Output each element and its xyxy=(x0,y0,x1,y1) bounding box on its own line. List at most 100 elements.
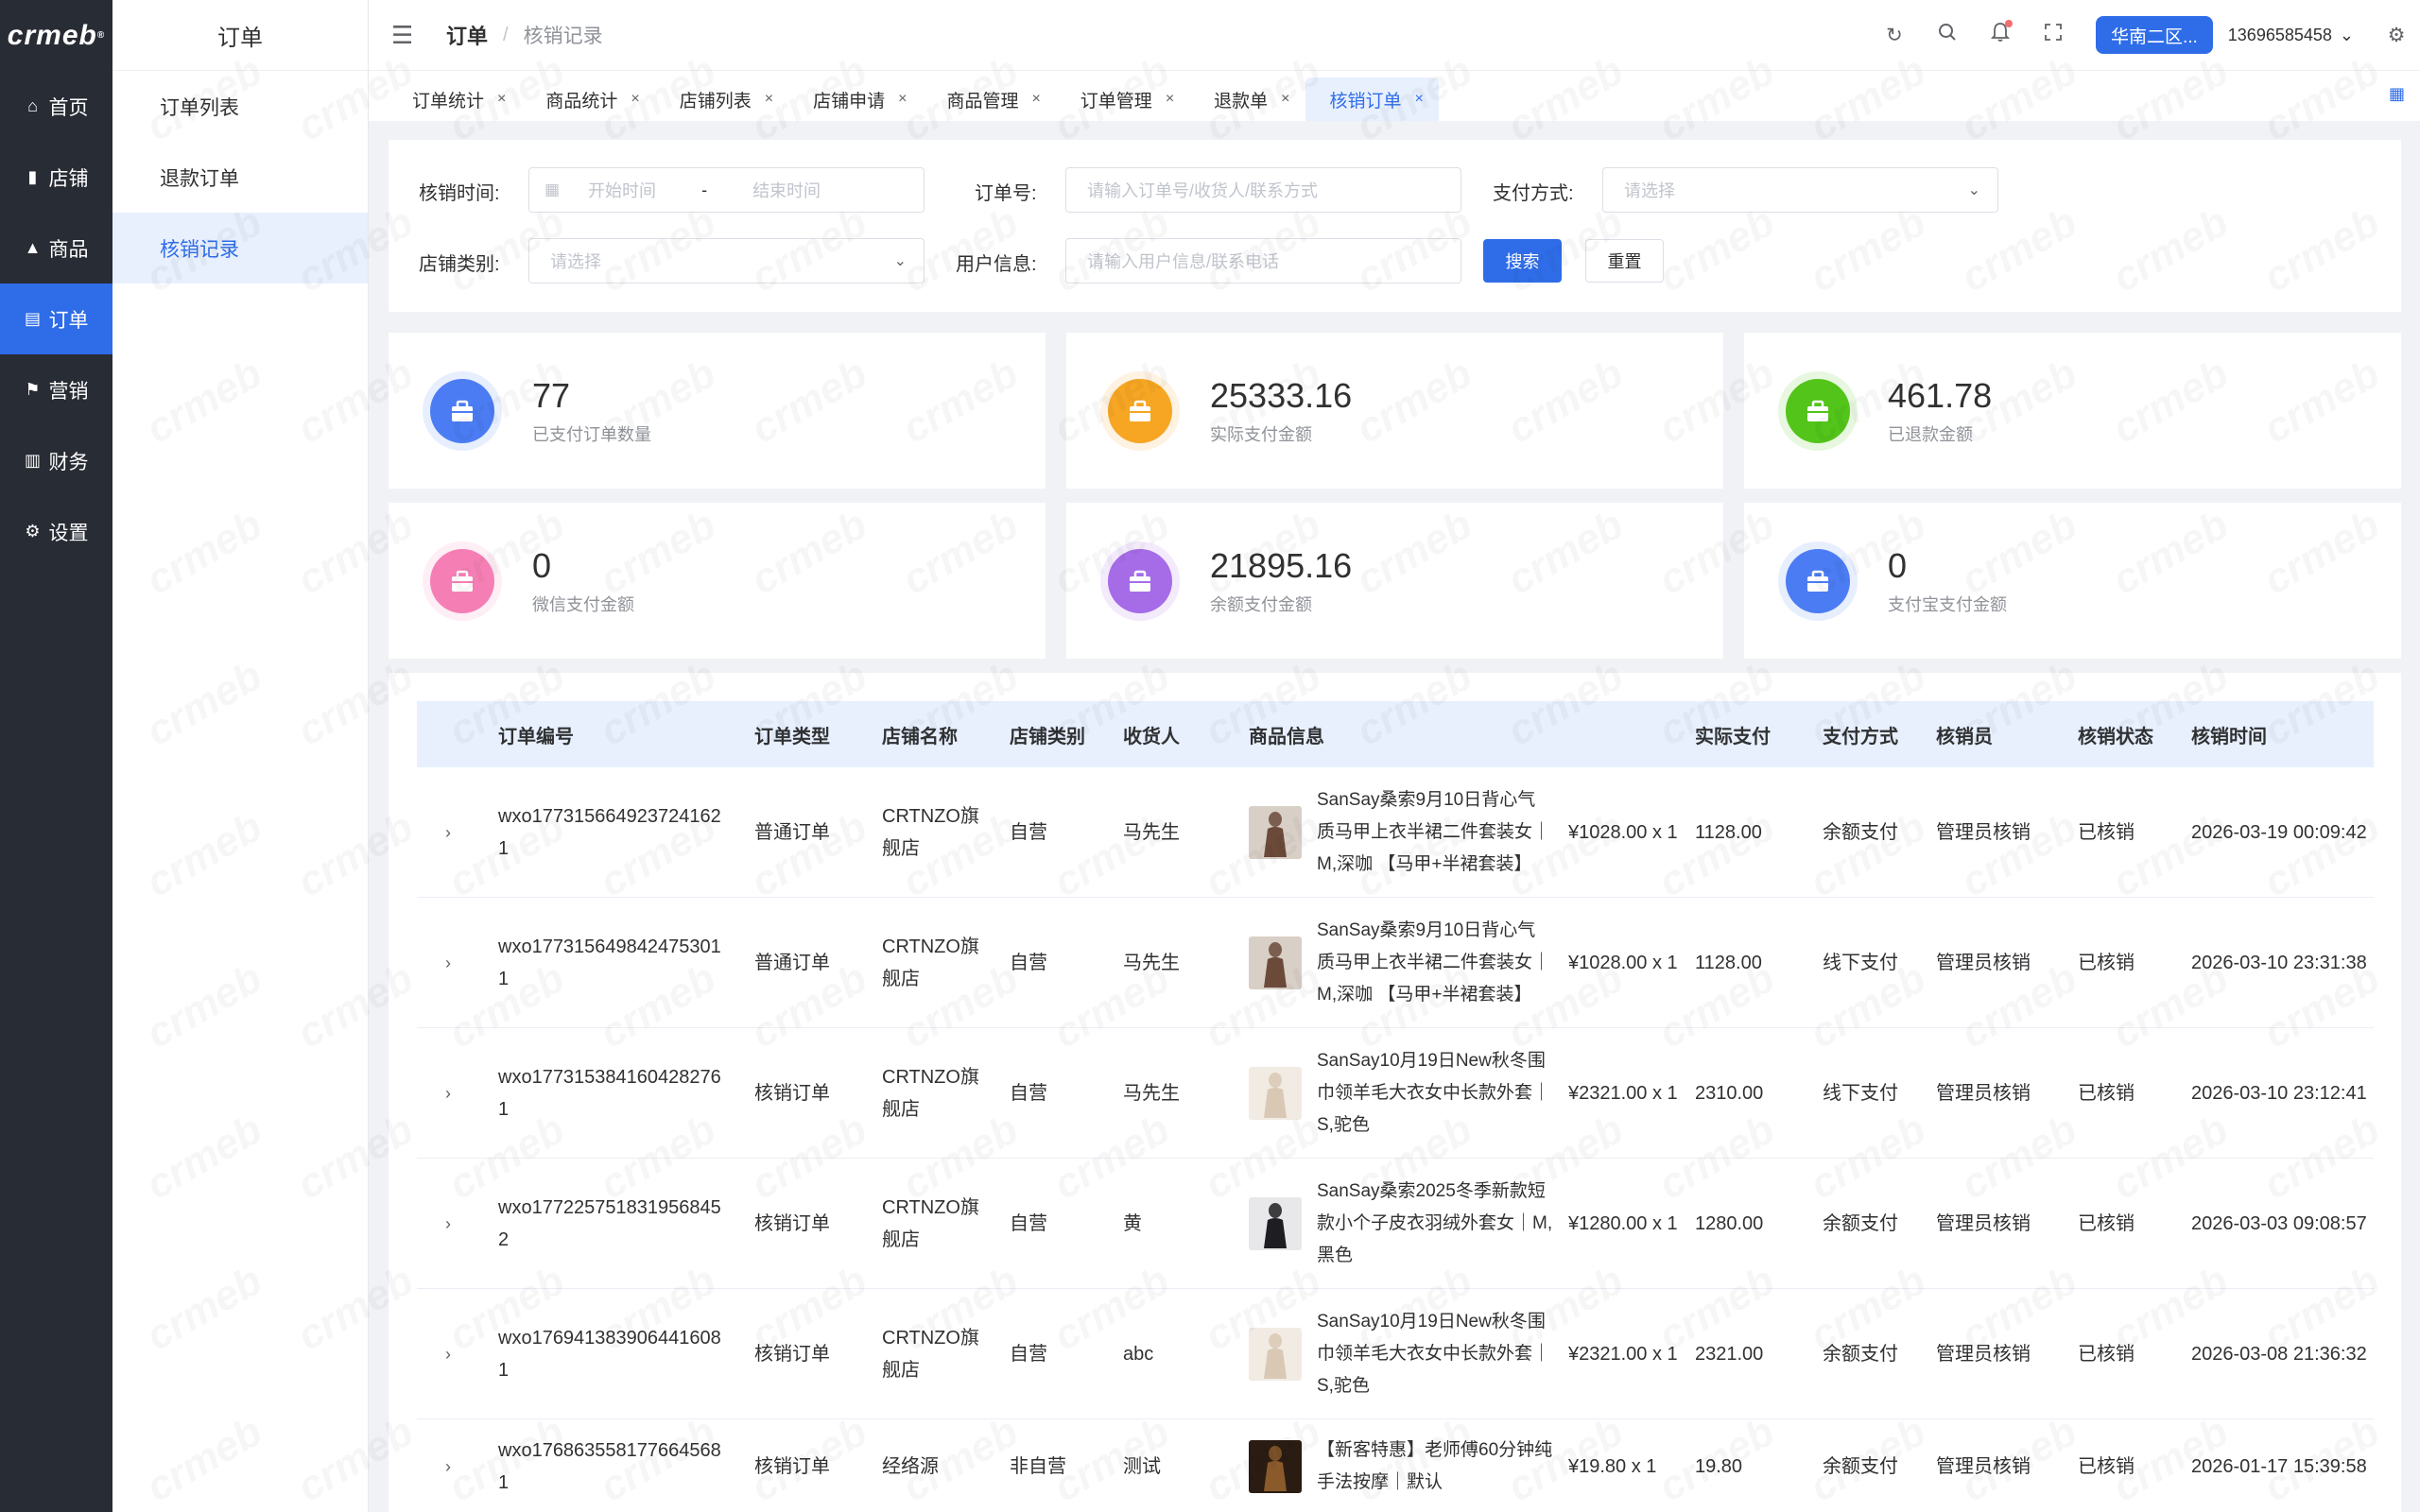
tab-0[interactable]: 订单统计 × xyxy=(388,77,521,121)
order-no-input[interactable]: 请输入订单号/收货人/联系方式 xyxy=(1065,167,1461,213)
product-thumbnail[interactable] xyxy=(1249,1066,1302,1120)
sidebar-item-3[interactable]: ▤ 订单 xyxy=(0,284,112,354)
tab-4[interactable]: 商品管理 × xyxy=(922,77,1055,121)
tabs-grid-icon[interactable]: ▦ xyxy=(2389,84,2405,104)
close-icon[interactable]: × xyxy=(898,91,907,108)
chevron-down-icon: ⌄ xyxy=(1967,182,1980,198)
logo-mark: ® xyxy=(96,30,106,41)
order-no-cell[interactable]: wxo177315384160428276 1 xyxy=(498,1028,725,1158)
expand-row-icon[interactable]: › xyxy=(445,1289,451,1418)
order-no-cell[interactable]: wxo176941383906441608 1 xyxy=(498,1289,725,1418)
order-no-cell[interactable]: wxo1773156498424753011 xyxy=(498,898,725,1027)
close-icon[interactable]: × xyxy=(765,91,773,108)
close-icon[interactable]: × xyxy=(1281,91,1289,108)
product-thumbnail[interactable] xyxy=(1249,1439,1302,1493)
product-thumbnail[interactable] xyxy=(1249,805,1302,859)
order-type-cell: 核销订单 xyxy=(754,1343,830,1365)
table-row[interactable]: › wxo177315384160428276 1 核销订单 CRTNZO旗舰店… xyxy=(417,1028,2374,1159)
order-no-cell[interactable]: wxo177315664923724162 1 xyxy=(498,767,725,897)
settings-gear-icon[interactable]: ⚙ xyxy=(2386,24,2407,47)
fullscreen-icon[interactable] xyxy=(2043,23,2064,47)
close-icon[interactable]: × xyxy=(497,91,506,108)
sidebar-item-6[interactable]: ⚙ 设置 xyxy=(0,496,112,567)
table-row[interactable]: › wxo1773156498424753011 普通订单 CRTNZO旗舰店 … xyxy=(417,898,2374,1028)
refresh-icon[interactable]: ↻ xyxy=(1884,24,1905,47)
expand-row-icon[interactable]: › xyxy=(445,898,451,1027)
tab-3[interactable]: 店铺申请 × xyxy=(788,77,922,121)
table-row[interactable]: › wxo176863558177664568 1 核销订单 经络源 非自营 测… xyxy=(417,1419,2374,1512)
stat-label: 已退款金额 xyxy=(1888,424,1973,444)
watermark-text: crmeb xyxy=(2407,652,2420,755)
crmeb-logo[interactable]: crmeb ® xyxy=(0,0,112,71)
expand-row-icon[interactable]: › xyxy=(445,767,451,897)
reset-button[interactable]: 重置 xyxy=(1585,239,1664,283)
sidebar-item-0[interactable]: ⌂ 首页 xyxy=(0,71,112,142)
stat-icon-ring xyxy=(1778,370,1858,451)
product-price: ¥2321.00 x 1 xyxy=(1568,1082,1678,1104)
verify-time-cell: 2026-03-10 23:31:38 xyxy=(2191,952,2367,973)
submenu-item-0[interactable]: 订单列表 xyxy=(112,71,368,142)
stat-value: 0 xyxy=(532,545,552,585)
tab-7[interactable]: 核销订单 × xyxy=(1305,77,1439,121)
close-icon[interactable]: × xyxy=(1166,91,1174,108)
sidebar-item-2[interactable]: ▲ 商品 xyxy=(0,213,112,284)
stat-label: 支付宝支付金额 xyxy=(1888,594,2007,614)
breadcrumb-main[interactable]: 订单 xyxy=(446,20,488,50)
search-button[interactable]: 搜索 xyxy=(1483,239,1562,283)
search-icon[interactable] xyxy=(1937,23,1958,47)
receiver-cell: 测试 xyxy=(1123,1455,1161,1477)
user-info-input[interactable]: 请输入用户信息/联系电话 xyxy=(1065,238,1461,284)
gear-icon: ⚙ xyxy=(25,522,41,541)
menu-toggle-icon[interactable]: ☰ xyxy=(391,21,420,50)
order-no-cell[interactable]: wxo177225751831956845 2 xyxy=(498,1159,725,1288)
product-info-cell: SanSay桑索9月10日背心气质马甲上衣半裙二件套装女｜M,深咖 【马甲+半裙… xyxy=(1249,898,1678,1027)
close-icon[interactable]: × xyxy=(1415,91,1424,108)
close-icon[interactable]: × xyxy=(631,91,639,108)
sidebar-item-4[interactable]: ⚑ 营销 xyxy=(0,354,112,425)
stat-label: 余额支付金额 xyxy=(1210,594,1312,614)
sidebar-item-label: 商品 xyxy=(48,238,89,261)
close-icon[interactable]: × xyxy=(1031,91,1040,108)
user-menu[interactable]: 13696585458 ⌄ xyxy=(2228,26,2354,45)
submenu-item-2[interactable]: 核销记录 xyxy=(112,213,368,284)
sidebar-item-1[interactable]: ▮ 店铺 xyxy=(0,142,112,213)
store-type-placeholder: 请选择 xyxy=(550,252,601,271)
tab-6[interactable]: 退款单 × xyxy=(1189,77,1305,121)
verify-time-range-picker[interactable]: ▦ 开始时间 - 结束时间 xyxy=(528,167,925,213)
tab-1[interactable]: 商品统计 × xyxy=(521,77,654,121)
sidebar-item-5[interactable]: ▥ 财务 xyxy=(0,425,112,496)
verifier-cell: 管理员核销 xyxy=(1936,821,2031,843)
product-name: SanSay桑索9月10日背心气质马甲上衣半裙二件套装女｜M,深咖 【马甲+半裙… xyxy=(1317,789,1551,874)
tab-2[interactable]: 店铺列表 × xyxy=(655,77,788,121)
tab-label: 商品统计 xyxy=(545,91,618,112)
sidebar-item-label: 财务 xyxy=(48,451,89,473)
table-row[interactable]: › wxo177225751831956845 2 核销订单 CRTNZO旗舰店… xyxy=(417,1159,2374,1289)
table-row[interactable]: › wxo176941383906441608 1 核销订单 CRTNZO旗舰店… xyxy=(417,1289,2374,1419)
product-thumbnail[interactable] xyxy=(1249,936,1302,989)
stat-label: 已支付订单数量 xyxy=(532,424,651,444)
expand-row-icon[interactable]: › xyxy=(445,1419,451,1512)
store-name-cell: 经络源 xyxy=(882,1455,939,1477)
receiver-cell: 马先生 xyxy=(1123,1082,1180,1104)
product-price: ¥1028.00 x 1 xyxy=(1568,821,1678,843)
pay-method-cell: 线下支付 xyxy=(1823,952,1898,973)
watermark-text: crmeb xyxy=(2407,1408,2420,1511)
bag-icon xyxy=(430,378,494,443)
paid-amount-cell: 1128.00 xyxy=(1695,952,1762,973)
submenu-item-1[interactable]: 退款订单 xyxy=(112,142,368,213)
expand-row-icon[interactable]: › xyxy=(445,1028,451,1158)
product-thumbnail[interactable] xyxy=(1249,1196,1302,1250)
bell-icon[interactable] xyxy=(1990,20,2013,48)
table-row[interactable]: › wxo177315664923724162 1 普通订单 CRTNZO旗舰店… xyxy=(417,767,2374,898)
stat-card: 461.78 已退款金额 xyxy=(1744,333,2401,489)
verifier-cell: 管理员核销 xyxy=(1936,952,2031,973)
store-name-cell: CRTNZO旗舰店 xyxy=(882,805,979,859)
store-type-select[interactable]: 请选择 ⌄ xyxy=(528,238,925,284)
receiver-cell: 马先生 xyxy=(1123,821,1180,843)
expand-row-icon[interactable]: › xyxy=(445,1159,451,1288)
tab-5[interactable]: 订单管理 × xyxy=(1056,77,1189,121)
order-no-cell[interactable]: wxo176863558177664568 1 xyxy=(498,1419,725,1512)
region-selector-button[interactable]: 华南二区... xyxy=(2095,16,2213,54)
pay-method-select[interactable]: 请选择 ⌄ xyxy=(1602,167,1998,213)
product-thumbnail[interactable] xyxy=(1249,1327,1302,1381)
